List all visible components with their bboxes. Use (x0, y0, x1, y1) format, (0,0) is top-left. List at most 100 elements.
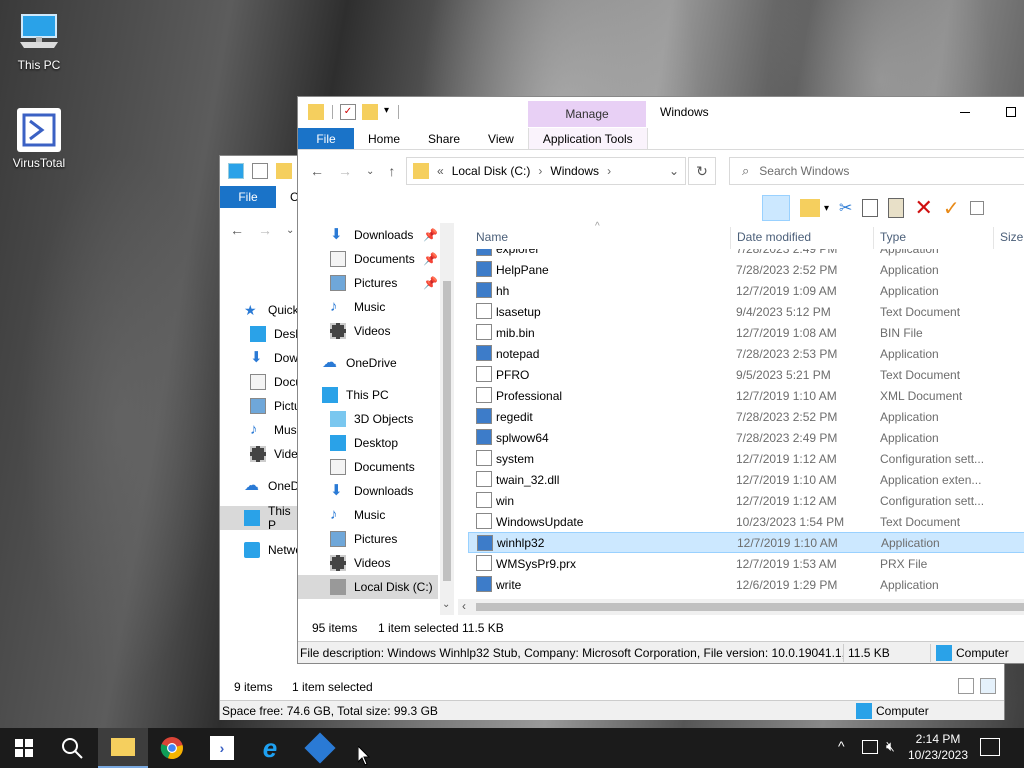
back-arrow-icon[interactable]: ← (310, 163, 324, 179)
file-row[interactable]: notepad 7/28/2023 2:53 PM Application (468, 343, 1024, 364)
file-row[interactable]: mib.bin 12/7/2019 1:08 AM BIN File (468, 322, 1024, 343)
address-overflow[interactable]: « (437, 164, 444, 178)
clock[interactable]: 2:14 PM 10/23/2023 (906, 731, 970, 763)
taskbar-file-explorer[interactable] (98, 728, 148, 768)
col-size[interactable]: Size (1000, 230, 1023, 244)
properties-icon[interactable] (252, 163, 268, 179)
forward-arrow-icon[interactable]: → (338, 163, 352, 179)
nav-item-3d-objects[interactable]: 3D Objects (330, 407, 413, 431)
new-folder-icon[interactable] (362, 104, 378, 120)
col-type[interactable]: Type (880, 230, 906, 244)
folder-icon[interactable] (276, 163, 292, 179)
forward-arrow-icon[interactable]: → (258, 222, 272, 238)
nav-item-onedrive[interactable]: ☁ OneDrive (322, 351, 397, 375)
tab-home[interactable]: Home (354, 128, 414, 149)
tab-share[interactable]: Share (414, 128, 474, 149)
rename-icon[interactable] (969, 201, 984, 215)
nav-item-desktop[interactable]: Desk (250, 322, 301, 346)
taskbar-virustotal[interactable]: › (198, 728, 246, 768)
taskbar-chrome[interactable] (148, 728, 196, 768)
nav-item-music-pc[interactable]: ♪ Music (330, 503, 385, 527)
nav-item-pictures-pc[interactable]: Pictures (330, 527, 397, 551)
h-scroll-thumb[interactable] (476, 603, 1024, 611)
recent-locations-icon[interactable]: ⌄ (366, 166, 374, 179)
nav-item-videos-pc[interactable]: Videos (330, 551, 390, 575)
large-icons-view-icon[interactable] (980, 678, 996, 694)
details-view-icon[interactable] (958, 678, 974, 694)
back-arrow-icon[interactable]: ← (230, 222, 244, 238)
maximize-button[interactable] (988, 97, 1024, 127)
taskbar-internet-explorer[interactable]: e (246, 728, 294, 768)
col-divider[interactable] (730, 227, 731, 249)
tray-overflow-icon[interactable]: ^ (838, 738, 845, 754)
nav-item-quick-access[interactable]: ★ Quick (244, 298, 299, 322)
file-row[interactable]: PFRO 9/5/2023 5:21 PM Text Document (468, 364, 1024, 385)
paste-icon[interactable] (888, 198, 905, 218)
refresh-button[interactable]: ↻ (688, 157, 716, 185)
file-row[interactable]: Professional 12/7/2019 1:10 AM XML Documen… (468, 385, 1024, 406)
start-button[interactable] (0, 728, 48, 768)
col-divider[interactable] (873, 227, 874, 249)
front-explorer-window[interactable]: ✓ ▾ Manage Windows File Home Share View … (297, 96, 1024, 664)
search-box[interactable]: ⌕ Search Windows (729, 157, 1024, 185)
checkmark-icon[interactable]: ✓ (943, 196, 960, 221)
action-center-button[interactable] (980, 738, 1000, 756)
nav-item-downloads[interactable]: ⬇ Downloads (330, 479, 413, 503)
nav-item-onedrive[interactable]: ☁ OneDr (244, 474, 303, 498)
h-scrollbar[interactable]: ‹ (458, 599, 1024, 615)
volume-muted-icon[interactable]: 🔇︎ (886, 738, 895, 755)
nav-item-pictures[interactable]: Pictu (250, 394, 301, 418)
file-row[interactable]: write 12/6/2019 1:29 PM Application (468, 574, 1024, 595)
nav-item-documents-pinned[interactable]: Documents 📌 (330, 247, 438, 271)
new-item-icon[interactable] (800, 199, 820, 217)
file-row[interactable]: win 12/7/2019 1:12 AM Configuration sett..… (468, 490, 1024, 511)
preview-pane-icon[interactable] (762, 195, 790, 221)
file-row[interactable]: splwow64 7/28/2023 2:49 PM Application (468, 427, 1024, 448)
col-date[interactable]: Date modified (737, 230, 811, 244)
up-arrow-icon[interactable]: ↑ (388, 163, 395, 179)
nav-item-local-disk[interactable]: Local Disk (C:) (298, 575, 438, 599)
nav-item-pictures-pinned[interactable]: Pictures 📌 (330, 271, 438, 295)
nav-item-network[interactable]: Netwo (244, 538, 302, 562)
file-row[interactable]: WMSysPr9.prx 12/7/2019 1:53 AM PRX File (468, 553, 1024, 574)
minimize-button[interactable] (942, 97, 988, 127)
tab-view[interactable]: View (474, 128, 528, 149)
file-row[interactable]: system 12/7/2019 1:12 AM Configuration set… (468, 448, 1024, 469)
col-divider[interactable] (993, 227, 994, 249)
delete-icon[interactable]: ✕ (914, 195, 932, 221)
nav-item-videos[interactable]: Videos (330, 319, 390, 343)
file-row[interactable]: regedit 7/28/2023 2:52 PM Application (468, 406, 1024, 427)
file-row[interactable]: twain_32.dll 12/7/2019 1:10 AM Application… (468, 469, 1024, 490)
nav-item-this-pc[interactable]: This PC (322, 383, 389, 407)
desktop-icon-virustotal[interactable]: VirusTotal (4, 108, 74, 170)
tab-file[interactable]: File (220, 186, 276, 208)
tab-file[interactable]: File (298, 128, 354, 149)
nav-item-this-pc[interactable]: This P (220, 504, 300, 532)
nav-item-downloads[interactable]: ⬇ Dow (250, 346, 298, 370)
nav-item-downloads-pinned[interactable]: ⬇ Downloads 📌 (330, 223, 438, 247)
nav-item-desktop[interactable]: Desktop (330, 431, 398, 455)
cut-icon[interactable]: ✂ (839, 198, 852, 218)
chevron-down-icon[interactable]: ⌄ (286, 225, 294, 238)
address-dropdown-icon[interactable]: ⌄ (669, 164, 679, 178)
breadcrumb-windows[interactable]: Windows (550, 164, 599, 178)
nav-item-videos[interactable]: Vide (250, 442, 298, 466)
taskbar-app[interactable] (296, 728, 344, 768)
nav-item-documents[interactable]: Docu (250, 370, 302, 394)
address-bar[interactable]: « Local Disk (C:) › Windows › ⌄ (406, 157, 686, 185)
scroll-left-icon[interactable]: ‹ (462, 599, 466, 613)
copy-icon[interactable] (862, 199, 879, 217)
network-tray-icon[interactable] (862, 740, 878, 754)
nav-pane[interactable]: ⬇ Downloads 📌 Documents 📌 Pictures 📌 ♪ Music … (298, 223, 456, 615)
nav-item-music[interactable]: ♪ Musi (250, 418, 299, 442)
col-name[interactable]: Name (476, 230, 508, 244)
desktop-icon-this-pc[interactable]: This PC (4, 10, 74, 72)
file-row[interactable]: lsasetup 9/4/2023 5:12 PM Text Document (468, 301, 1024, 322)
breadcrumb-local-disk[interactable]: Local Disk (C:) (452, 164, 531, 178)
nav-item-documents[interactable]: Documents (330, 455, 415, 479)
nav-scroll-thumb[interactable] (443, 281, 451, 581)
manage-tab-header[interactable]: Manage (528, 101, 646, 127)
dropdown-icon[interactable]: ▾ (824, 203, 829, 214)
file-row[interactable]: HelpPane 7/28/2023 2:52 PM Application (468, 259, 1024, 280)
qat-dropdown-icon[interactable]: ▾ (384, 105, 389, 116)
